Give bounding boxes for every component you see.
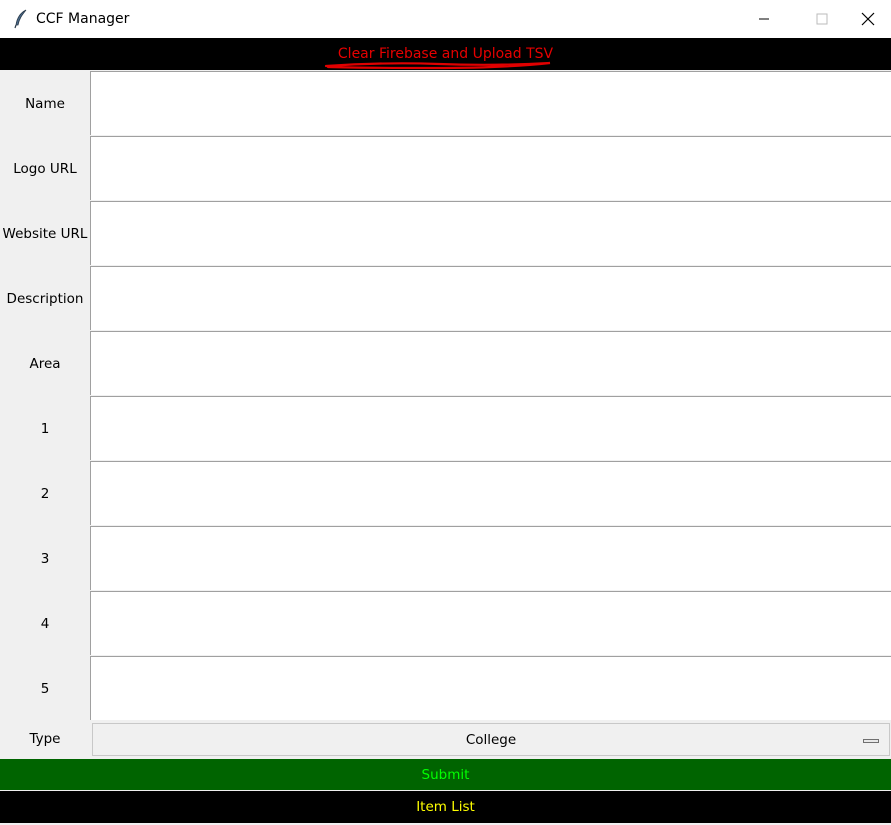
clear-firebase-upload-button[interactable]: Clear Firebase and Upload TSV — [0, 38, 891, 70]
field-label-5: 5 — [40, 680, 50, 697]
type-dropdown[interactable]: College — [92, 723, 890, 756]
field-label-1: 1 — [40, 420, 50, 437]
field-label-area: Area — [29, 355, 61, 372]
form-row-5: 5 — [0, 656, 891, 721]
item-list-button[interactable]: Item List — [0, 791, 891, 823]
field-input-5[interactable] — [90, 656, 891, 720]
field-input-3[interactable] — [90, 526, 891, 590]
field-input-logo-url[interactable] — [90, 136, 891, 200]
title-bar: CCF Manager — [0, 0, 891, 38]
form-row-1: 1 — [0, 396, 891, 461]
field-label-2: 2 — [40, 485, 50, 502]
form-row-area: Area — [0, 331, 891, 396]
field-label-logo-url: Logo URL — [13, 160, 77, 177]
type-selected-value: College — [465, 731, 517, 748]
form-row-2: 2 — [0, 461, 891, 526]
field-input-description[interactable] — [90, 266, 891, 330]
form-row-4: 4 — [0, 591, 891, 656]
field-input-2[interactable] — [90, 461, 891, 525]
item-list-label: Item List — [416, 799, 475, 815]
window-title: CCF Manager — [36, 11, 130, 27]
field-label-name: Name — [25, 95, 65, 112]
field-input-name[interactable] — [90, 71, 891, 135]
field-input-1[interactable] — [90, 396, 891, 460]
type-row: Type College — [0, 720, 891, 758]
submit-label: Submit — [421, 766, 470, 783]
submit-button[interactable]: Submit — [0, 759, 891, 790]
field-input-website-url[interactable] — [90, 201, 891, 265]
window-controls — [741, 0, 891, 38]
clear-firebase-upload-label: Clear Firebase and Upload TSV — [324, 46, 553, 70]
close-icon[interactable] — [845, 0, 891, 38]
field-label-description: Description — [6, 290, 84, 307]
annotation-underline — [324, 61, 551, 70]
field-label-3: 3 — [40, 550, 50, 567]
type-label: Type — [29, 731, 61, 747]
field-label-website-url: Website URL — [2, 225, 88, 242]
form-row-logo-url: Logo URL — [0, 136, 891, 201]
field-label-4: 4 — [40, 615, 50, 632]
feather-icon — [12, 9, 30, 29]
form-row-name: Name — [0, 71, 891, 136]
form-row-website-url: Website URL — [0, 201, 891, 266]
form-row-description: Description — [0, 266, 891, 331]
field-input-4[interactable] — [90, 591, 891, 655]
form-row-3: 3 — [0, 526, 891, 591]
maximize-icon[interactable] — [799, 0, 845, 38]
field-input-area[interactable] — [90, 331, 891, 395]
minimize-icon[interactable] — [741, 0, 787, 38]
dropdown-indicator-icon — [863, 739, 879, 743]
